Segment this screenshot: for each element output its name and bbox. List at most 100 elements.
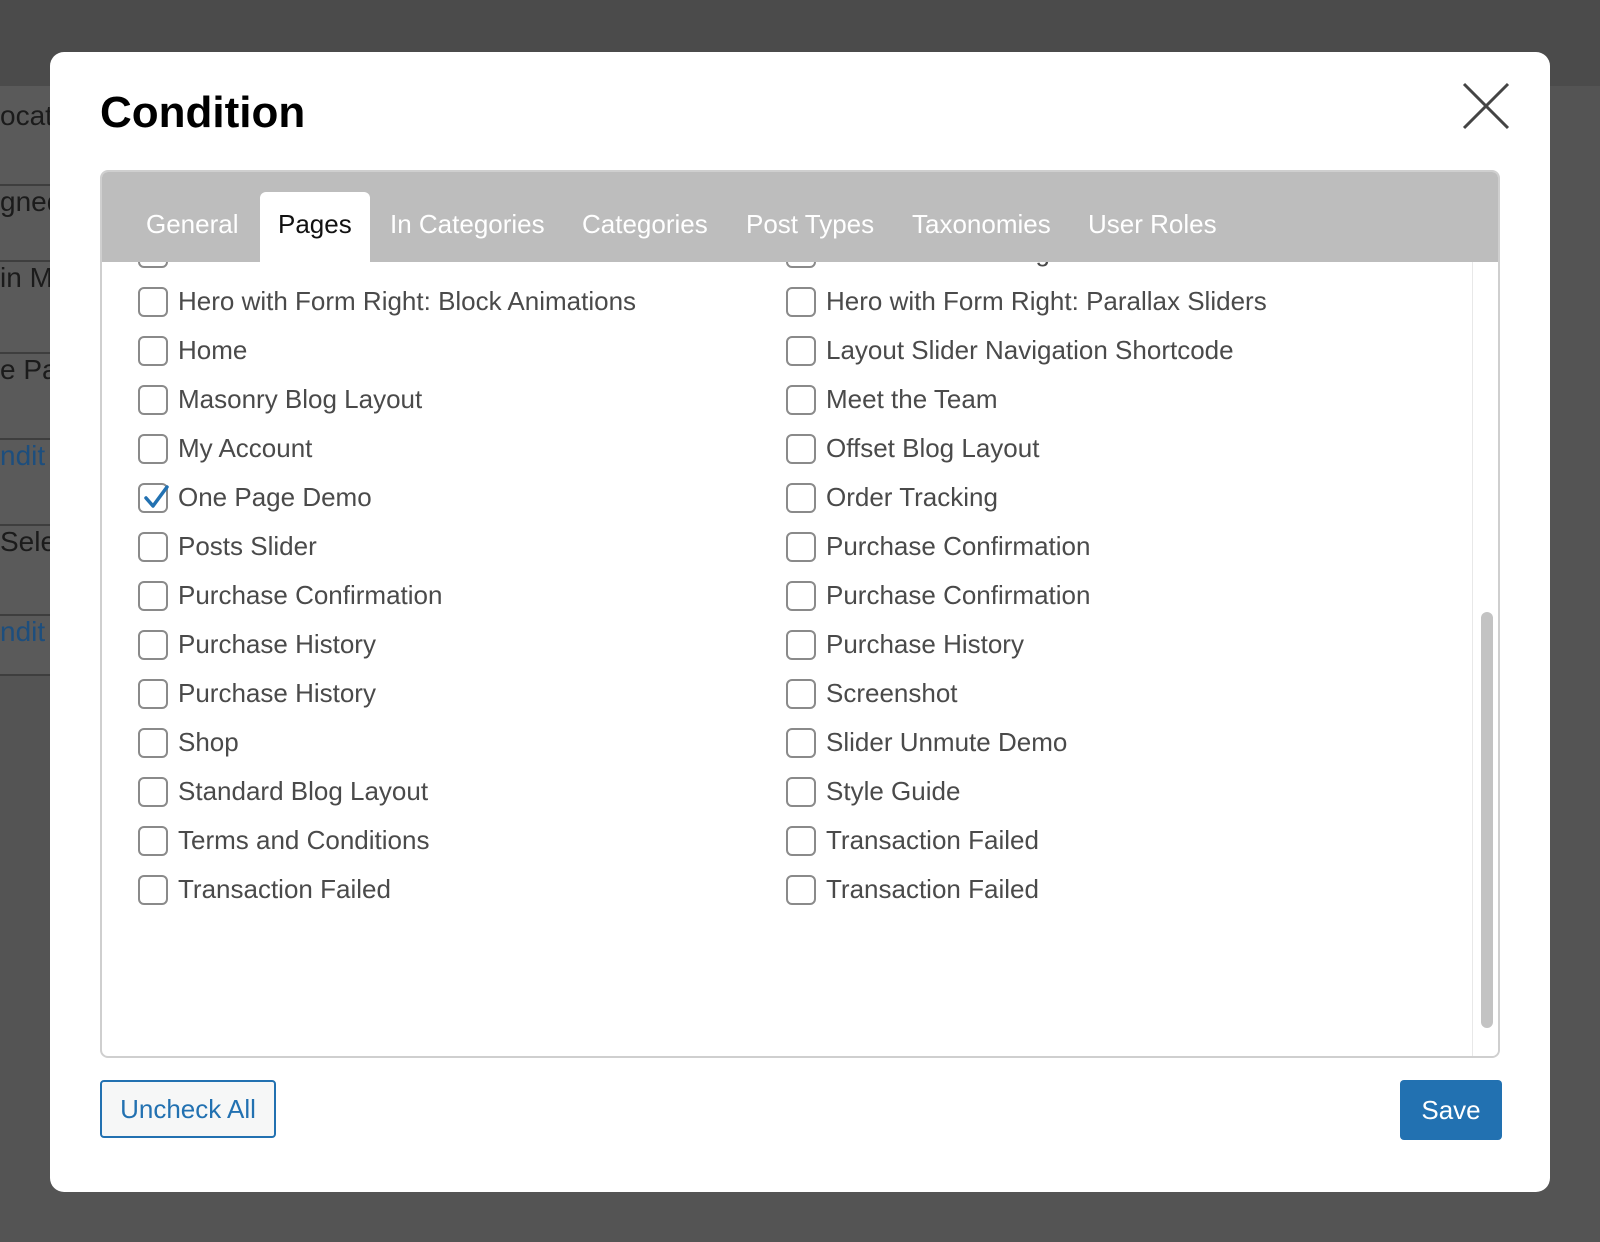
checkbox[interactable]: [138, 776, 168, 807]
page-option-label: Screenshot: [826, 678, 958, 708]
page-option[interactable]: My Account: [138, 424, 778, 473]
page-option-label: Style Guide: [826, 776, 961, 806]
checkbox[interactable]: [138, 580, 168, 611]
tab-user-roles[interactable]: User Roles: [1070, 192, 1235, 262]
page-option[interactable]: Meet the Team: [786, 375, 1426, 424]
tab-in-categories[interactable]: In Categories: [372, 192, 563, 262]
page-option[interactable]: Hero with Form Right: Parallax Sliders: [786, 277, 1426, 326]
page-option-label: Transaction Failed: [178, 874, 391, 904]
checkbox[interactable]: [786, 776, 816, 807]
page-option[interactable]: Layout Slider Navigation Shortcode: [786, 326, 1426, 375]
checkbox[interactable]: [786, 727, 816, 758]
page-option-label: My Account: [178, 433, 313, 463]
checkbox[interactable]: [786, 580, 816, 611]
checkbox[interactable]: [138, 727, 168, 758]
checkbox[interactable]: [138, 286, 168, 317]
page-option-label: Purchase Confirmation: [826, 531, 1091, 561]
page-option[interactable]: Shop: [138, 718, 778, 767]
page-option[interactable]: Home: [138, 326, 778, 375]
checkbox-checked[interactable]: [138, 482, 169, 513]
checkbox[interactable]: [138, 335, 168, 366]
tab-pages[interactable]: Pages: [260, 192, 370, 262]
page-option-label: Terms and Conditions: [178, 825, 430, 855]
checkbox[interactable]: [138, 262, 168, 268]
page-option-label: Purchase History: [178, 678, 376, 708]
checkbox[interactable]: [786, 335, 816, 366]
tab-taxonomies[interactable]: Taxonomies: [894, 192, 1069, 262]
condition-modal: Condition General Pages In Categories Categ…: [50, 52, 1550, 1192]
page-option[interactable]: Transaction Failed: [786, 865, 1426, 914]
scrollbar[interactable]: [1472, 262, 1498, 1056]
page-option-label: Posts Slider: [178, 531, 317, 561]
page-link-2[interactable]: 2: [809, 1052, 823, 1056]
page-option-label: Layout Slider Navigation Shortcode: [826, 335, 1234, 365]
page-option-label: Masonry Blog Layout: [178, 384, 423, 414]
page-option[interactable]: Purchase Confirmation: [138, 571, 778, 620]
page-option[interactable]: Purchase Confirmation: [786, 571, 1426, 620]
page-option-label: Hero with Form Right: Block Animations: [178, 286, 637, 316]
checkbox[interactable]: [138, 825, 168, 856]
page-option-label: Hero with Form Right: [826, 262, 1072, 268]
page-option[interactable]: Order Tracking: [786, 473, 1426, 522]
page-link-1[interactable]: 1: [751, 1052, 765, 1056]
checkbox[interactable]: [138, 384, 168, 415]
pages-list[interactable]: Hero with Form Hero with Form Right: Bloc…: [102, 262, 1472, 1056]
checkbox[interactable]: [786, 531, 816, 562]
background-row-text: e Pa: [0, 354, 58, 385]
checkbox[interactable]: [786, 678, 816, 709]
page-option[interactable]: Standard Blog Layout: [138, 767, 778, 816]
checkbox[interactable]: [786, 286, 816, 317]
checkbox[interactable]: [786, 825, 816, 856]
checkbox[interactable]: [786, 262, 816, 268]
page-option[interactable]: Offset Blog Layout: [786, 424, 1426, 473]
page-option-label: Slider Unmute Demo: [826, 727, 1068, 757]
page-option-label: Purchase Confirmation: [178, 580, 443, 610]
checkbox[interactable]: [786, 384, 816, 415]
page-option[interactable]: Hero with Form Right: Block Animations: [138, 277, 778, 326]
checkmark-icon: [144, 484, 169, 508]
page-option-label: Home: [178, 335, 248, 365]
page-option-label: Purchase History: [178, 629, 376, 659]
checkbox[interactable]: [138, 678, 168, 709]
page-option[interactable]: Terms and Conditions: [138, 816, 778, 865]
page-option-label: Offset Blog Layout: [826, 433, 1040, 463]
checkbox[interactable]: [786, 433, 816, 464]
checkbox[interactable]: [786, 629, 816, 660]
checkbox[interactable]: [138, 531, 168, 562]
checkbox[interactable]: [138, 629, 168, 660]
page-option-label: Shop: [178, 727, 239, 757]
close-button[interactable]: [1458, 78, 1514, 134]
page-option-label: Purchase Confirmation: [826, 580, 1091, 610]
page-option[interactable]: One Page Demo: [138, 473, 778, 522]
pagination: 12: [102, 1052, 1472, 1056]
page-option[interactable]: Purchase Confirmation: [786, 522, 1426, 571]
tab-general[interactable]: General: [128, 192, 257, 262]
page-option[interactable]: Purchase History: [138, 669, 778, 718]
page-option[interactable]: Hero with Form Right: [786, 262, 1426, 277]
page-option[interactable]: Transaction Failed: [138, 865, 778, 914]
checkbox[interactable]: [138, 433, 168, 464]
page-option[interactable]: Transaction Failed: [786, 816, 1426, 865]
checkbox[interactable]: [786, 482, 816, 513]
checkbox[interactable]: [786, 874, 816, 905]
background-row-text: in M: [0, 262, 53, 293]
scrollbar-thumb[interactable]: [1481, 612, 1493, 1028]
checkbox[interactable]: [138, 874, 168, 905]
modal-title: Condition: [100, 88, 306, 137]
page-option-label: Hero with Form: [178, 262, 356, 268]
page-option[interactable]: Hero with Form: [138, 262, 778, 277]
tab-categories[interactable]: Categories: [564, 192, 726, 262]
page-option[interactable]: Purchase History: [138, 620, 778, 669]
page-option[interactable]: Purchase History: [786, 620, 1426, 669]
page-option-label: Purchase History: [826, 629, 1024, 659]
uncheck-all-button[interactable]: Uncheck All: [100, 1080, 276, 1138]
save-button[interactable]: Save: [1400, 1080, 1502, 1140]
page-option[interactable]: Style Guide: [786, 767, 1426, 816]
tab-bar: General Pages In Categories Categories Post …: [102, 172, 1498, 262]
tab-post-types[interactable]: Post Types: [728, 192, 892, 262]
page-option[interactable]: Screenshot: [786, 669, 1426, 718]
page-option-label: Meet the Team: [826, 384, 998, 414]
page-option[interactable]: Masonry Blog Layout: [138, 375, 778, 424]
page-option[interactable]: Slider Unmute Demo: [786, 718, 1426, 767]
page-option[interactable]: Posts Slider: [138, 522, 778, 571]
